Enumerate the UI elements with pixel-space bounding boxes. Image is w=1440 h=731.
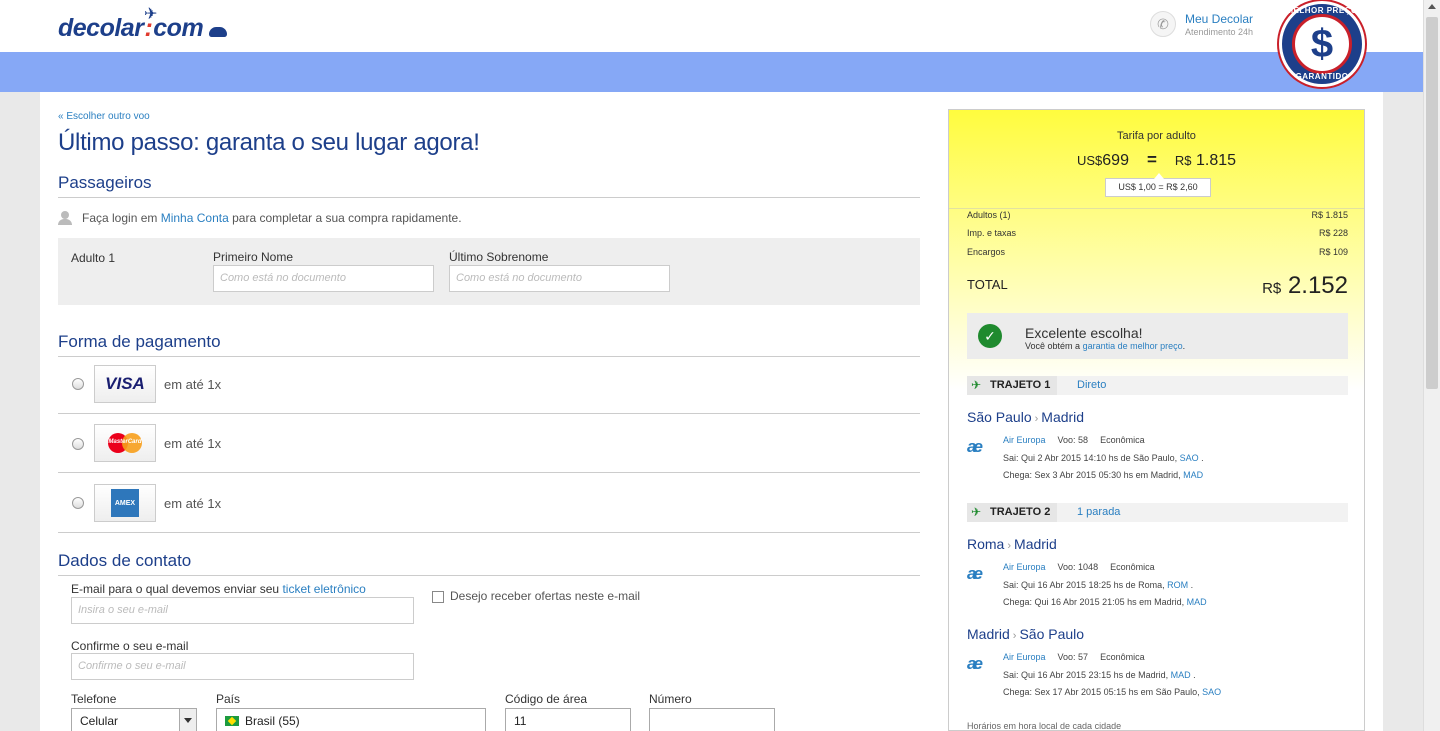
last-name-label: Último Sobrenome	[449, 250, 549, 264]
country-label: País	[216, 692, 241, 706]
payment-option-mastercard[interactable]: MasterCard em até 1x	[58, 414, 920, 473]
payment-option-visa[interactable]: VISA em até 1x	[58, 355, 920, 414]
logo-com: com	[153, 14, 204, 42]
fee-row-taxes: Imp. e taxas R$ 228	[967, 228, 1348, 238]
route-1: São Paulo › Madrid	[967, 409, 1085, 425]
exchange-rate-tooltip: US$ 1,00 = R$ 2,60	[1105, 173, 1211, 197]
fare-label: Tarifa por adulto	[1117, 130, 1196, 142]
confirm-email-input[interactable]: Confirme o seu e-mail	[71, 653, 414, 680]
number-label: Número	[649, 692, 692, 706]
installments-label: em até 1x	[164, 377, 222, 392]
first-name-input[interactable]: Como está no documento	[213, 265, 434, 292]
local-time-note: Horários em hora local de cada cidade	[967, 721, 1122, 731]
logo-text: decolar	[58, 14, 144, 42]
mastercard-icon: MasterCard	[94, 424, 156, 462]
installments-label: em até 1x	[164, 496, 222, 511]
plane-icon: ✈	[971, 378, 982, 392]
total-value: R$ 2.152	[1262, 272, 1348, 299]
number-input[interactable]	[649, 708, 775, 731]
area-code-label: Código de área	[505, 692, 588, 706]
account-menu[interactable]: ✆ Meu Decolar Atendimento 24h	[1150, 11, 1253, 37]
first-name-label: Primeiro Nome	[213, 250, 294, 264]
account-subtitle: Atendimento 24h	[1185, 26, 1254, 37]
radio-visa[interactable]	[72, 378, 84, 390]
trajeto-1-type[interactable]: Direto	[1077, 379, 1106, 391]
back-link[interactable]: « Escolher outro voo	[58, 111, 150, 122]
phone-label: Telefone	[71, 692, 117, 706]
login-prefix: Faça login em	[82, 211, 158, 225]
divider	[949, 208, 1364, 209]
plane-icon: ✈	[971, 505, 982, 519]
radio-mastercard[interactable]	[72, 438, 84, 450]
excellent-choice-box: ✓ Excelente escolha! Você obtém a garant…	[967, 313, 1348, 359]
badge-top-text: MELHOR PREÇO	[1286, 6, 1358, 15]
scroll-thumb[interactable]	[1426, 17, 1438, 389]
route-3: Madrid › São Paulo	[967, 626, 1085, 642]
country-select[interactable]: Brasil (55)	[216, 708, 486, 731]
visa-icon: VISA	[94, 365, 156, 403]
ship-icon	[209, 27, 228, 37]
trajeto-2-header: ✈ TRAJETO 2 1 parada	[967, 503, 1348, 522]
checkout-panel: « Escolher outro voo Último passo: garan…	[40, 92, 1383, 731]
badge-bottom-text: GARANTIDO	[1295, 72, 1349, 81]
fare-conversion: US$699 = R$ 1.815	[1076, 150, 1237, 169]
passenger-box: Adulto 1 Primeiro Nome Como está no docu…	[58, 238, 920, 305]
login-link[interactable]: Minha Conta	[161, 211, 229, 225]
excellent-title: Excelente escolha!	[1025, 325, 1143, 341]
passenger-label: Adulto 1	[71, 251, 116, 265]
email-label: E-mail para o qual devemos enviar seu ti…	[71, 582, 366, 596]
site-header: decolar: com ✈ ✆ Meu Decolar Atendimento …	[0, 0, 1423, 52]
offers-label: Desejo receber ofertas neste e-mail	[450, 589, 641, 603]
best-price-link[interactable]: garantia de melhor preço	[1083, 341, 1183, 351]
route-2: Roma › Madrid	[967, 536, 1057, 552]
offers-checkbox[interactable]	[432, 591, 444, 603]
air-europa-logo-icon: ae	[967, 437, 983, 456]
user-icon	[58, 211, 72, 225]
brazil-flag-icon	[225, 716, 239, 726]
air-europa-logo-icon: ae	[967, 564, 983, 583]
phone-icon: ✆	[1150, 11, 1176, 37]
trajeto-2-type[interactable]: 1 parada	[1077, 506, 1120, 518]
best-price-badge: MELHOR PREÇO $ GARANTIDO	[1279, 1, 1365, 87]
trajeto-1-header: ✈ TRAJETO 1 Direto	[967, 376, 1348, 395]
phone-type-select[interactable]: Celular	[71, 708, 197, 731]
email-input[interactable]: Insira o seu e-mail	[71, 597, 414, 624]
page-title: Último passo: garanta o seu lugar agora!	[58, 129, 480, 156]
plane-icon: ✈	[144, 6, 157, 23]
fee-row-charges: Encargos R$ 109	[967, 247, 1348, 257]
amex-icon: AMEX	[94, 484, 156, 522]
last-name-input[interactable]: Como está no documento	[449, 265, 670, 292]
confirm-email-label: Confirme o seu e-mail	[71, 639, 189, 653]
fee-row-adults: Adultos (1) R$ 1.815	[967, 210, 1348, 220]
passengers-section-title: Passageiros	[58, 173, 920, 198]
chevron-down-icon	[179, 709, 196, 731]
contact-section-title: Dados de contato	[58, 551, 920, 576]
scroll-up-arrow-icon[interactable]	[1428, 4, 1436, 9]
excellent-text: Você obtém a garantia de melhor preço.	[1025, 341, 1186, 351]
login-hint: Faça login em Minha Conta para completar…	[58, 211, 462, 225]
area-code-input[interactable]: 11	[505, 708, 631, 731]
price-summary: Tarifa por adulto US$699 = R$ 1.815 US$ 1,…	[948, 109, 1365, 731]
header-band	[0, 52, 1423, 92]
decolar-logo[interactable]: decolar: com ✈	[58, 6, 228, 43]
payment-option-amex[interactable]: AMEX em até 1x	[58, 473, 920, 533]
air-europa-logo-icon: ae	[967, 654, 983, 673]
check-icon: ✓	[978, 324, 1002, 348]
payment-section-title: Forma de pagamento	[58, 332, 920, 357]
ticket-link[interactable]: ticket eletrônico	[282, 582, 365, 596]
radio-amex[interactable]	[72, 497, 84, 509]
dollar-icon: $	[1292, 14, 1352, 74]
scrollbar[interactable]	[1423, 0, 1440, 731]
installments-label: em até 1x	[164, 436, 222, 451]
account-title[interactable]: Meu Decolar	[1185, 12, 1253, 26]
login-suffix: para completar a sua compra rapidamente.	[232, 211, 462, 225]
